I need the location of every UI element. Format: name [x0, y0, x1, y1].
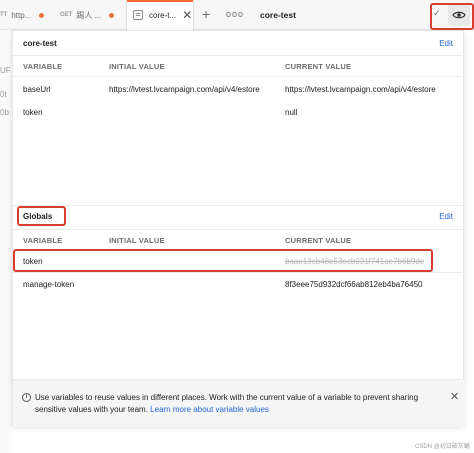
globals-edit-link[interactable]: Edit: [439, 212, 453, 221]
column-header-current: CURRENT VALUE: [285, 236, 352, 245]
divider: [13, 229, 465, 230]
column-header-variable: VARIABLE: [23, 236, 63, 245]
variable-name: token: [23, 257, 43, 266]
environment-edit-link[interactable]: Edit: [439, 39, 453, 48]
add-tab-plus-icon[interactable]: +: [202, 6, 210, 22]
divider: [13, 55, 465, 56]
request-tab-2[interactable]: GET 踢人 ...: [60, 0, 122, 30]
watermark: CSDN @初日破灰蛹: [415, 444, 470, 450]
eye-button-highlight: [430, 3, 474, 30]
close-icon[interactable]: ✕: [182, 8, 192, 22]
environment-title: core-test: [23, 39, 57, 48]
variable-name: manage-token: [23, 280, 75, 289]
info-icon: i: [22, 393, 31, 402]
column-header-initial: INITIAL VALUE: [109, 236, 165, 245]
column-header-current: CURRENT VALUE: [285, 62, 352, 71]
more-options-icon[interactable]: ooo: [226, 9, 244, 19]
divider: [13, 76, 465, 77]
current-value: null: [285, 108, 298, 117]
unsaved-dot-icon: [109, 12, 115, 18]
tab-method: TT: [0, 12, 8, 18]
environment-icon: [133, 10, 143, 20]
tab-label: http...: [11, 10, 32, 20]
tab-label: 踢人 ...: [76, 10, 102, 20]
tab-method: GET: [60, 12, 73, 18]
initial-value: https://lvtest.lvcampaign.com/api/v4/est…: [109, 85, 260, 94]
variable-name: token: [23, 108, 43, 117]
background-text: 0b: [0, 108, 9, 117]
background-text: UF: [0, 66, 11, 75]
globals-title-highlight: [17, 206, 66, 226]
info-text: Use variables to reuse values in differe…: [35, 392, 430, 416]
variable-name: baseUrl: [23, 85, 51, 94]
current-value: 8f3eee75d932dcf66ab812eb4ba76450: [285, 280, 423, 289]
underlying-page: UF 0t 0b: [0, 30, 12, 453]
info-banner: i Use variables to reuse values in diffe…: [13, 379, 465, 427]
column-header-initial: INITIAL VALUE: [109, 62, 165, 71]
unsaved-dot-icon: [39, 12, 45, 18]
close-icon[interactable]: ✕: [450, 390, 459, 403]
section-divider: [13, 205, 465, 206]
environment-selector[interactable]: core-test: [260, 10, 296, 20]
current-value: baae13cb48e53ecb031f741ae7b6b9de: [285, 257, 425, 266]
environment-quick-look-panel: core-test Edit VARIABLE INITIAL VALUE CU…: [12, 30, 465, 427]
environment-tab[interactable]: core-t... ✕: [126, 0, 194, 30]
background-text: 0t: [0, 90, 7, 99]
learn-more-link[interactable]: Learn more about variable values: [150, 405, 269, 414]
tab-bar: TT http... GET 踢人 ... core-t... ✕ + ooo …: [0, 0, 474, 30]
request-tab-1[interactable]: TT http...: [0, 0, 56, 30]
column-header-variable: VARIABLE: [23, 62, 63, 71]
divider: [13, 272, 465, 273]
tab-label: core-t...: [149, 10, 177, 20]
current-value: https://lvtest.lvcampaign.com/api/v4/est…: [285, 85, 436, 94]
